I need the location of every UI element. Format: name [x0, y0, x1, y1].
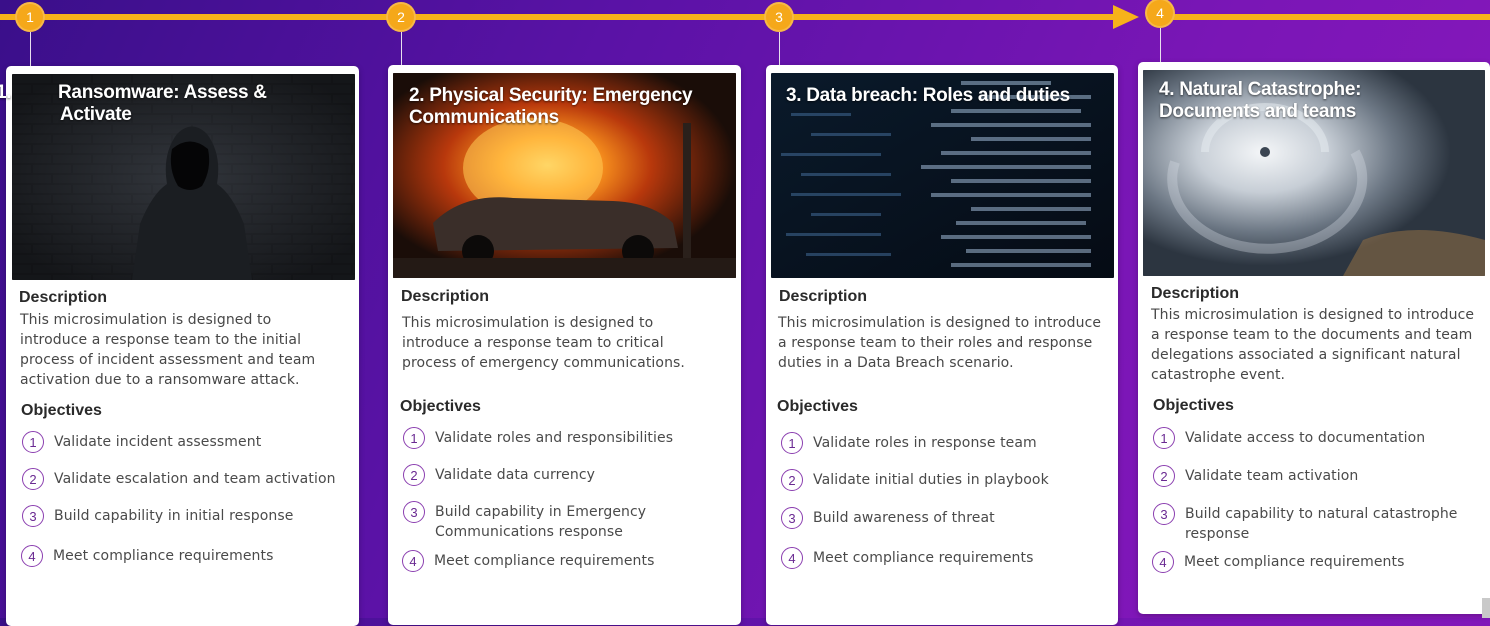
- objectives-label: Objectives: [1153, 397, 1234, 414]
- objective-text: Build capability to natural catastrophe …: [1185, 506, 1458, 542]
- card-title: 2. Physical Security: Emergency Communic…: [409, 85, 693, 128]
- objective-text: Meet compliance requirements: [813, 550, 1034, 566]
- step-connector: [1160, 28, 1161, 62]
- objective-text: Build awareness of threat: [813, 510, 995, 526]
- card-title: 1. Ransomware: Assess & Activate: [0, 82, 320, 126]
- card-title-text: Ransomware: Assess & Activate: [58, 82, 267, 125]
- objective-item: 2 Validate team activation: [1153, 465, 1483, 487]
- objective-text: Meet compliance requirements: [53, 548, 274, 564]
- objective-number: 3: [403, 501, 425, 523]
- objective-item: 4 Meet compliance requirements: [1152, 551, 1482, 573]
- objective-item: 4 Meet compliance requirements: [402, 550, 732, 572]
- objective-number: 1: [22, 431, 44, 453]
- objectives-label: Objectives: [400, 398, 481, 415]
- objective-number: 4: [1152, 551, 1174, 573]
- objective-number: 4: [402, 550, 424, 572]
- objective-number: 3: [1153, 503, 1175, 525]
- step-connector: [401, 32, 402, 66]
- objective-item: 1 Validate roles in response team: [781, 432, 1111, 454]
- objective-number: 1: [781, 432, 803, 454]
- objective-text: Validate initial duties in playbook: [813, 472, 1049, 488]
- objective-item: 4 Meet compliance requirements: [781, 547, 1111, 569]
- objective-number: 1: [403, 427, 425, 449]
- objective-text: Validate escalation and team activation: [54, 471, 336, 487]
- objective-text: Validate roles and responsibilities: [435, 430, 674, 446]
- scenario-card-natural-catastrophe: 4. Natural Catastrophe: Documents and te…: [1138, 62, 1490, 614]
- objective-text: Validate roles in response team: [813, 435, 1037, 451]
- objective-item: 1 Validate incident assessment: [22, 431, 352, 453]
- objective-item: 2 Validate data currency: [403, 464, 733, 486]
- objective-text: Build capability in Emergency Communicat…: [435, 504, 647, 540]
- description-text: This microsimulation is designed to intr…: [20, 312, 316, 388]
- description-label: Description: [19, 289, 108, 306]
- card-title: 3. Data breach: Roles and duties: [786, 85, 1070, 106]
- step-marker-2: 2: [386, 2, 416, 32]
- description-label: Description: [401, 288, 490, 305]
- scrollbar-thumb[interactable]: [1482, 598, 1490, 618]
- objective-number: 2: [1153, 465, 1175, 487]
- scenario-card-physical-security: 2. Physical Security: Emergency Communic…: [388, 65, 741, 625]
- objective-number: 1: [1153, 427, 1175, 449]
- objective-number: 2: [781, 469, 803, 491]
- objective-item: 1 Validate roles and responsibilities: [403, 427, 733, 449]
- step-connector: [30, 32, 31, 66]
- step-connector: [779, 32, 780, 66]
- objective-item: 3 Build awareness of threat: [781, 507, 1111, 529]
- step-marker-4: 4: [1145, 0, 1175, 28]
- objective-number: 4: [21, 545, 43, 567]
- objective-number: 3: [781, 507, 803, 529]
- objective-item: 3 Build capability in initial response: [22, 505, 352, 527]
- timeline-arrowhead: [1113, 5, 1139, 29]
- objective-item: 3 Build capability to natural catastroph…: [1153, 503, 1483, 544]
- objective-number: 4: [781, 547, 803, 569]
- card-title: 4. Natural Catastrophe: Documents and te…: [1159, 79, 1362, 122]
- timeline-line-end: [1160, 14, 1490, 20]
- objective-number: 2: [22, 468, 44, 490]
- objective-number: 2: [403, 464, 425, 486]
- scenario-card-ransomware: 1. Ransomware: Assess & Activate Descript…: [0, 66, 359, 626]
- description-text: This microsimulation is designed to intr…: [402, 315, 685, 371]
- objective-text: Meet compliance requirements: [434, 553, 655, 569]
- objective-text: Meet compliance requirements: [1184, 554, 1405, 570]
- description-text: This microsimulation is designed to intr…: [1151, 307, 1475, 383]
- objectives-label: Objectives: [21, 402, 102, 419]
- description-label: Description: [1151, 285, 1240, 302]
- objectives-label: Objectives: [777, 398, 858, 415]
- objective-item: 2 Validate initial duties in playbook: [781, 469, 1111, 491]
- timeline-line: [0, 14, 1120, 20]
- objective-item: 4 Meet compliance requirements: [21, 545, 351, 567]
- objective-item: 3 Build capability in Emergency Communic…: [403, 501, 723, 542]
- objective-text: Validate team activation: [1185, 468, 1359, 484]
- description-label: Description: [779, 288, 868, 305]
- card-title-number: 1.: [0, 82, 12, 103]
- description-text: This microsimulation is designed to intr…: [778, 315, 1102, 371]
- timeline: 1 2 3 4: [0, 0, 1490, 66]
- objective-text: Validate data currency: [435, 467, 596, 483]
- scenario-card-data-breach: 3. Data breach: Roles and duties Descrip…: [766, 65, 1118, 625]
- objective-item: 2 Validate escalation and team activatio…: [22, 468, 352, 490]
- objective-text: Validate incident assessment: [54, 434, 262, 450]
- objective-text: Build capability in initial response: [54, 508, 294, 524]
- step-marker-1: 1: [15, 2, 45, 32]
- step-marker-3: 3: [764, 2, 794, 32]
- objective-item: 1 Validate access to documentation: [1153, 427, 1483, 449]
- objective-number: 3: [22, 505, 44, 527]
- objective-text: Validate access to documentation: [1185, 430, 1426, 446]
